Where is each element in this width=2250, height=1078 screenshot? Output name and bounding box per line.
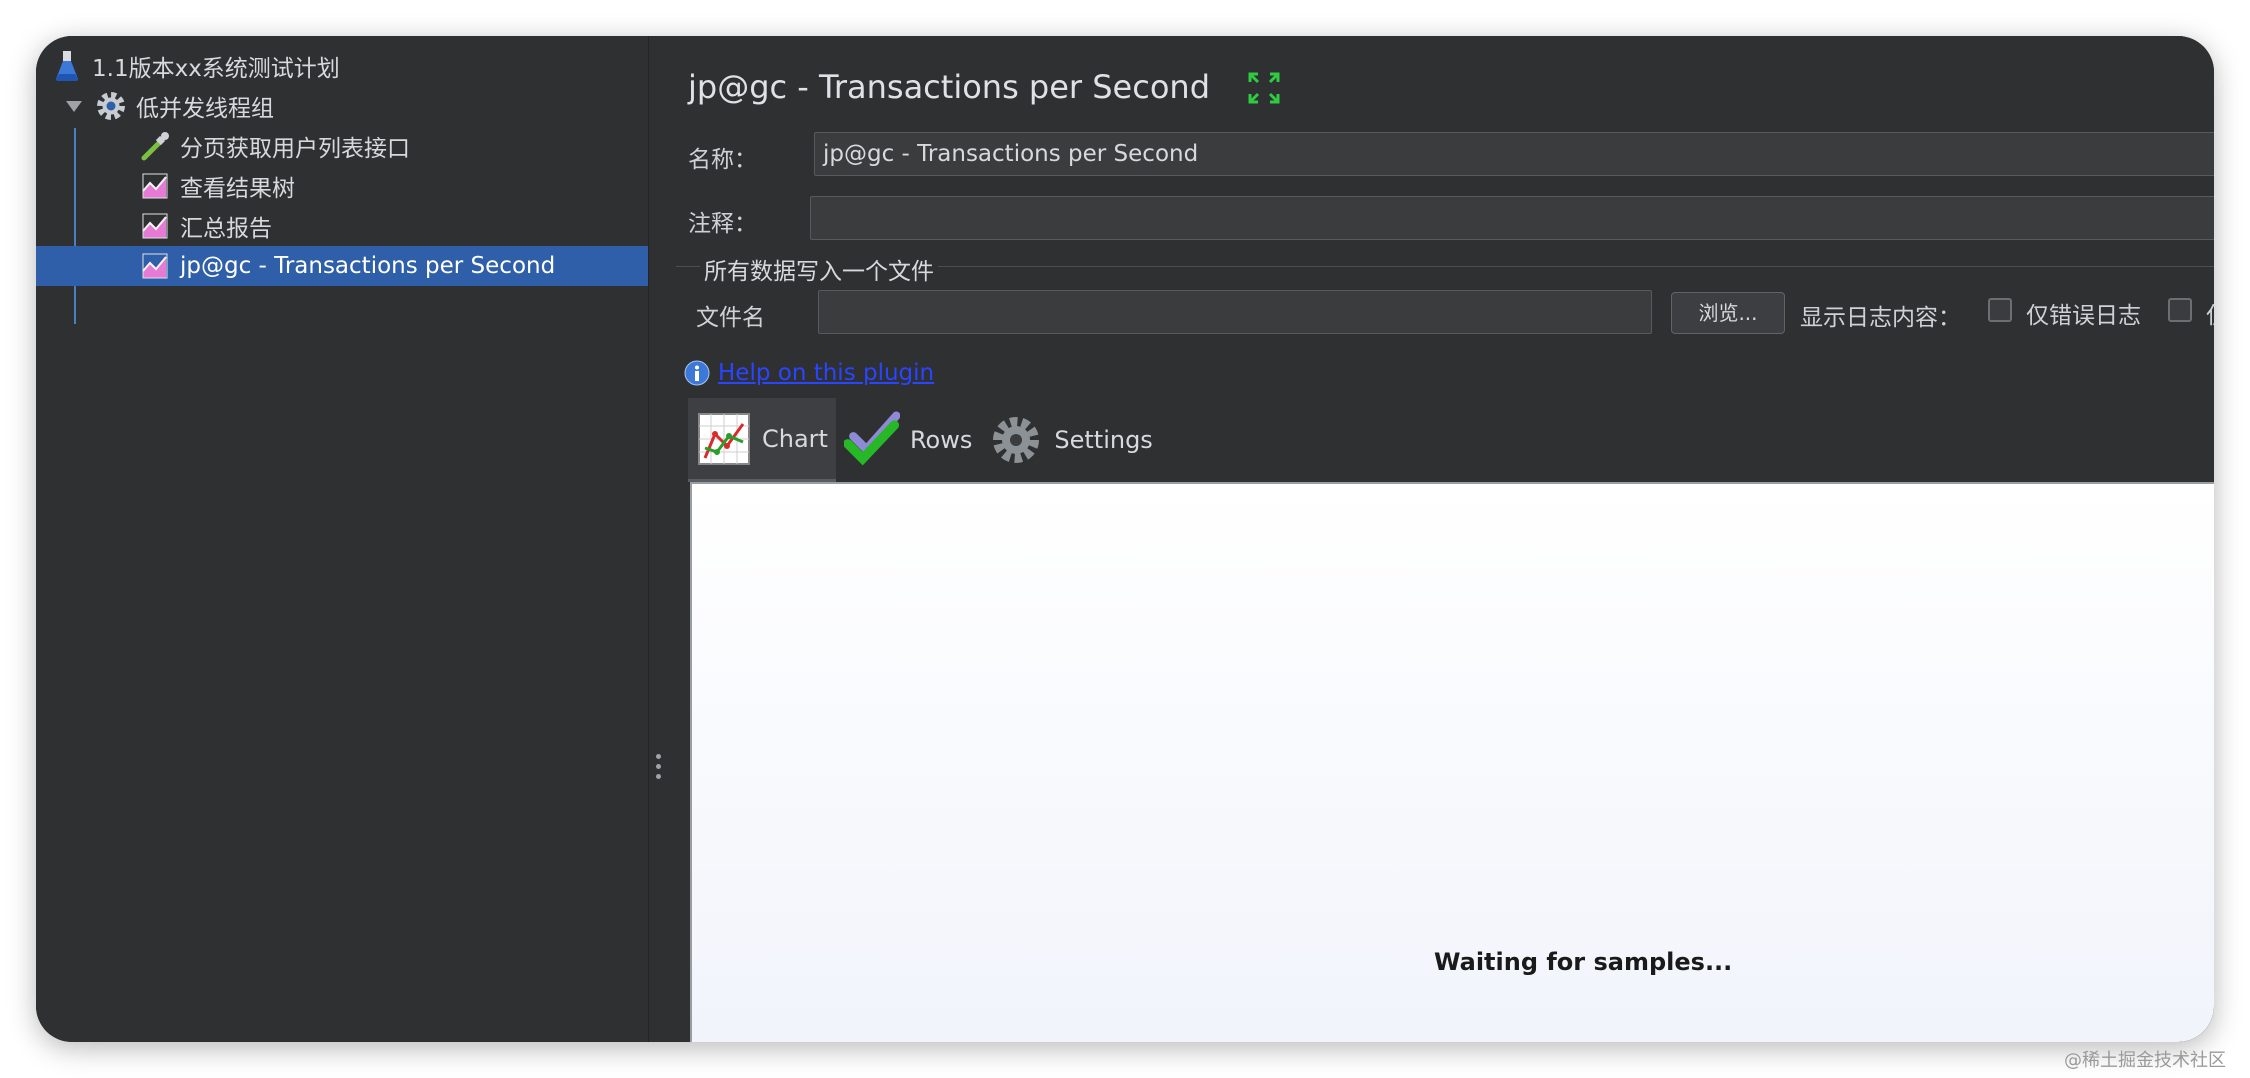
chart-icon — [138, 209, 172, 243]
success-only-label: 仅成 — [2206, 296, 2214, 330]
browse-button[interactable]: 浏览... — [1671, 292, 1785, 334]
expand-icon[interactable] — [1246, 70, 1282, 106]
tab-label: Rows — [909, 426, 973, 454]
tab-chart[interactable]: Chart — [688, 398, 836, 482]
splitter-grip-icon[interactable] — [656, 754, 662, 784]
name-label: 名称： — [688, 147, 757, 173]
tree-item-test-plan[interactable]: 1.1版本xx系统测试计划 — [36, 46, 648, 86]
watermark: @稀土掘金技术社区 — [2064, 1050, 2226, 1071]
comment-field[interactable] — [810, 196, 2214, 240]
chart-icon — [138, 169, 172, 203]
tab-label: Settings — [1054, 426, 1153, 454]
tree-item-label: 查看结果树 — [180, 176, 295, 202]
chart-icon — [696, 411, 752, 467]
tab-rows[interactable]: Rows — [836, 398, 980, 482]
info-icon — [684, 360, 710, 386]
tab-label: Chart — [762, 424, 828, 453]
app-window: 1.1版本xx系统测试计划 低并发线程组 分页获取用户列表接口 查看结果树 汇总… — [36, 36, 2214, 1042]
waiting-status: Waiting for samples... — [1434, 948, 1733, 976]
tab-settings[interactable]: Settings — [980, 398, 1160, 482]
help-link[interactable]: Help on this plugin — [718, 360, 934, 386]
panel-splitter[interactable] — [648, 36, 670, 1042]
tree-item-label: jp@gc - Transactions per Second — [180, 253, 556, 279]
tree-item-tps-listener[interactable]: jp@gc - Transactions per Second — [36, 246, 750, 286]
tree-item-http-sampler[interactable]: 分页获取用户列表接口 — [36, 126, 750, 166]
listener-panel: jp@gc - Transactions per Second 名称： jp@g… — [668, 36, 2214, 1042]
page-title: jp@gc - Transactions per Second — [688, 68, 1210, 106]
tab-bar: Chart Rows Settings — [688, 398, 1161, 482]
chart-canvas: Waiting for samples... — [690, 482, 2214, 1042]
tree-item-results-tree[interactable]: 查看结果树 — [36, 166, 750, 206]
errors-only-label: 仅错误日志 — [2026, 303, 2141, 329]
file-group-title: 所有数据写入一个文件 — [700, 252, 938, 286]
tree-item-thread-group[interactable]: 低并发线程组 — [36, 86, 678, 126]
name-field[interactable]: jp@gc - Transactions per Second — [814, 132, 2214, 176]
test-plan-tree: 1.1版本xx系统测试计划 低并发线程组 分页获取用户列表接口 查看结果树 汇总… — [36, 36, 750, 1042]
gear-icon — [988, 412, 1044, 468]
checkmark-icon — [843, 411, 900, 468]
errors-only-checkbox[interactable] — [1988, 298, 2012, 322]
pipette-icon — [138, 129, 172, 163]
tree-item-label: 分页获取用户列表接口 — [180, 136, 410, 162]
tree-item-label: 低并发线程组 — [136, 96, 274, 122]
success-only-checkbox[interactable] — [2168, 298, 2192, 322]
filename-label: 文件名 — [696, 305, 765, 331]
tree-item-summary-report[interactable]: 汇总报告 — [36, 206, 750, 246]
tree-item-label: 1.1版本xx系统测试计划 — [92, 56, 340, 82]
tree-item-label: 汇总报告 — [180, 216, 272, 242]
filename-input[interactable] — [818, 290, 1652, 334]
flask-icon — [50, 49, 84, 83]
chart-icon — [138, 249, 172, 283]
comment-label: 注释： — [688, 211, 757, 237]
help-row: Help on this plugin — [684, 360, 934, 386]
chevron-down-icon[interactable] — [66, 100, 82, 112]
gear-icon — [94, 89, 128, 123]
log-content-label: 显示日志内容： — [1800, 305, 1961, 331]
